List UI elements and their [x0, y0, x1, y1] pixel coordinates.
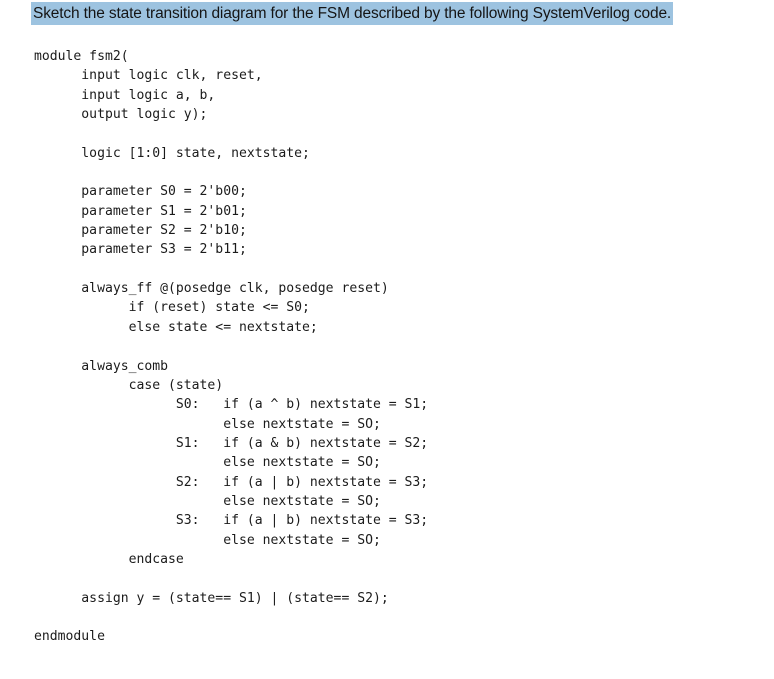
question-line: Sketch the state transition diagram for … — [0, 2, 774, 26]
document-page: Sketch the state transition diagram for … — [0, 0, 774, 679]
clipped-text-above — [34, 0, 574, 1]
systemverilog-code-block: module fsm2( input logic clk, reset, inp… — [34, 49, 429, 645]
highlighted-question-text: Sketch the state transition diagram for … — [31, 2, 674, 25]
